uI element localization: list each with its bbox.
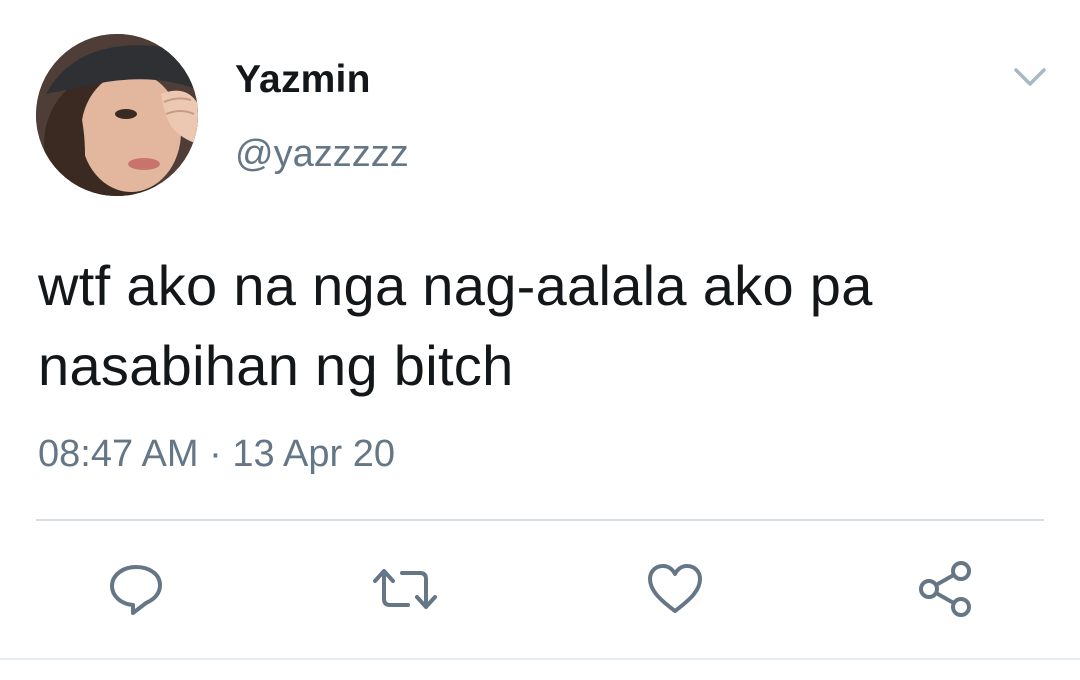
reply-button[interactable]: [106, 559, 166, 619]
share-button[interactable]: [915, 559, 975, 619]
share-nodes-icon: [919, 561, 971, 617]
avatar[interactable]: [36, 34, 198, 196]
chevron-down-icon[interactable]: [1010, 60, 1050, 94]
heart-icon: [648, 564, 702, 613]
tweet-timestamp[interactable]: 08:47 AM · 13 Apr 20: [38, 433, 395, 476]
tweet-card: Yazmin @yazzzzz wtf ako na nga nag-aalal…: [0, 0, 1080, 680]
user-handle[interactable]: @yazzzzz: [235, 133, 409, 176]
like-button[interactable]: [645, 559, 705, 619]
bottom-divider: [0, 658, 1080, 660]
retweet-arrows-icon: [373, 569, 437, 609]
divider: [36, 519, 1044, 521]
speech-bubble-icon: [110, 565, 162, 615]
display-name[interactable]: Yazmin: [235, 58, 371, 102]
avatar-photo-icon: [36, 34, 198, 196]
retweet-button[interactable]: [370, 559, 437, 619]
tweet-text: wtf ako na nga nag-aalala ako pa nasabih…: [38, 254, 873, 397]
